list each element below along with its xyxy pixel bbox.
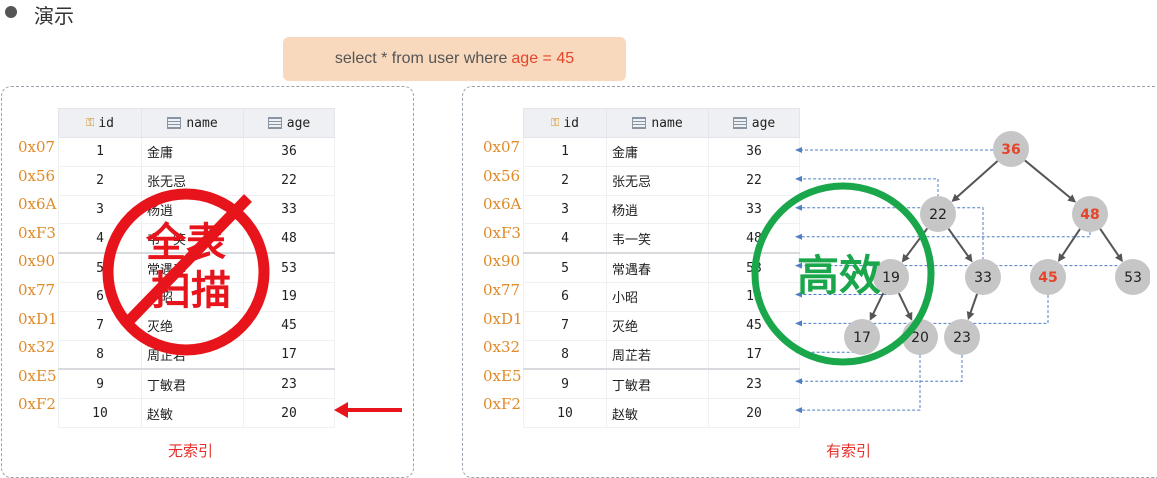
bullet-dot xyxy=(5,6,17,18)
row-pointer-arrow xyxy=(795,407,802,414)
stamp-text-line2: 扫描 xyxy=(151,268,231,314)
cell-name: 金庸 xyxy=(141,137,244,167)
cell-age: 23 xyxy=(243,368,335,400)
cell-name: 丁敏君 xyxy=(141,368,244,400)
cell-name: 常遇春 xyxy=(606,252,709,283)
cell-id: 9 xyxy=(58,368,142,400)
cell-id: 5 xyxy=(523,252,607,283)
table-row: 9 丁敏君 23 xyxy=(58,368,335,400)
row-address: 0x07 xyxy=(483,138,521,156)
tree-edge-arrow xyxy=(966,311,975,321)
cell-age: 20 xyxy=(243,398,335,428)
cell-id: 1 xyxy=(523,137,607,167)
cell-name: 小昭 xyxy=(606,281,709,312)
cell-id: 4 xyxy=(523,223,607,254)
row-address: 0x77 xyxy=(483,280,521,299)
cell-id: 9 xyxy=(523,368,607,400)
address-column-left: 0x07 0x56 0x6A 0xF3 0x90 0x77 0xD1 0x32 0xE5 0xF2 xyxy=(18,138,58,424)
cell-name: 金庸 xyxy=(606,137,709,167)
cell-age: 36 xyxy=(243,137,335,167)
row-address: 0xF3 xyxy=(18,223,56,242)
row-address: 0xD1 xyxy=(18,309,58,328)
tree-edge-arrow xyxy=(964,253,973,263)
no-index-caption: 无索引 xyxy=(168,442,214,460)
row-pointer-line xyxy=(798,149,1012,167)
page-title: 演示 xyxy=(34,4,74,28)
row-pointer-arrow xyxy=(795,378,802,385)
tree-edge-arrow xyxy=(1115,253,1123,263)
row-address: 0xF3 xyxy=(483,223,521,242)
cell-name: 周芷若 xyxy=(606,339,709,370)
row-address: 0x07 xyxy=(18,138,56,156)
row-address: 0x90 xyxy=(483,252,521,271)
cell-id: 8 xyxy=(523,339,607,370)
cell-name: 赵敏 xyxy=(606,398,709,428)
col-header-age: age xyxy=(243,108,335,138)
col-header-name: name xyxy=(606,108,709,138)
column-icon xyxy=(267,117,282,129)
key-icon: ⚿ xyxy=(550,116,560,129)
tree-edge xyxy=(1024,159,1074,201)
cell-name: 赵敏 xyxy=(141,398,244,428)
tree-node-label: 48 xyxy=(1080,207,1099,223)
col-header-name: name xyxy=(141,108,244,138)
cell-name: 丁敏君 xyxy=(606,368,709,400)
row-address: 0xE5 xyxy=(18,366,57,385)
index-caption: 有索引 xyxy=(826,442,872,460)
address-column-right: 0x07 0x56 0x6A 0xF3 0x90 0x77 0xD1 0x32 0xE5 0xF2 xyxy=(483,138,523,424)
cell-id: 1 xyxy=(58,137,142,167)
row-address: 0xF2 xyxy=(18,395,56,414)
efficient-stamp: 高效 xyxy=(751,182,935,366)
row-address: 0x56 xyxy=(483,166,521,185)
stamp-text-efficient: 高效 xyxy=(797,251,881,300)
cell-id: 6 xyxy=(523,281,607,312)
stamp-text-line1: 全表 xyxy=(145,220,226,266)
tree-edge xyxy=(953,160,999,201)
key-icon: ⚿ xyxy=(85,116,95,129)
cell-name: 杨逍 xyxy=(606,194,709,225)
row-address: 0xE5 xyxy=(483,366,522,385)
cell-id: 2 xyxy=(523,165,607,196)
tree-node-label: 36 xyxy=(1001,142,1020,158)
tree-edge xyxy=(947,228,972,260)
match-arrow xyxy=(334,402,402,418)
tree-node-label: 23 xyxy=(953,330,971,346)
query-text: select * from user where xyxy=(334,50,508,67)
cell-id: 7 xyxy=(523,310,607,341)
cell-id: 10 xyxy=(523,398,607,428)
tree-node-label: 45 xyxy=(1038,270,1057,286)
col-header-id: ⚿ id xyxy=(58,108,142,138)
column-icon xyxy=(632,117,647,129)
query-condition: age = 45 xyxy=(511,50,575,67)
row-address: 0x6A xyxy=(483,195,522,214)
row-address: 0xF2 xyxy=(483,395,521,414)
cell-name: 张无忌 xyxy=(606,165,709,196)
full-scan-stamp: 全表 扫描 xyxy=(102,188,270,356)
cell-name: 灭绝 xyxy=(606,310,709,341)
tree-edge xyxy=(1099,228,1122,260)
tree-edge xyxy=(1059,228,1081,260)
table-row: 1 金庸 36 xyxy=(58,137,335,167)
row-address: 0x56 xyxy=(18,166,56,185)
row-address: 0x90 xyxy=(18,252,56,271)
cell-id: 10 xyxy=(58,398,142,428)
row-address: 0xD1 xyxy=(483,309,523,328)
tree-node-label: 33 xyxy=(974,270,992,286)
col-header-id: ⚿ id xyxy=(523,108,607,138)
cell-name: 韦一笑 xyxy=(606,223,709,254)
table-row: 10 赵敏 20 xyxy=(58,398,335,428)
tree-node-label: 53 xyxy=(1124,270,1142,286)
cell-id: 3 xyxy=(523,194,607,225)
column-icon xyxy=(167,117,182,129)
row-address: 0x77 xyxy=(18,280,56,299)
row-pointer-arrow xyxy=(795,147,802,153)
row-address: 0x6A xyxy=(18,195,57,214)
row-address: 0x32 xyxy=(18,338,56,357)
row-address: 0x32 xyxy=(483,338,521,357)
sql-query-box: select * from user where age = 45 xyxy=(283,37,626,81)
